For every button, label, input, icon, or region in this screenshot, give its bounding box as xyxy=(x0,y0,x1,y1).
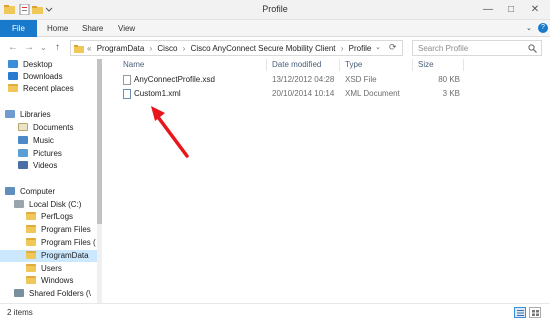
search-input[interactable]: Search Profile xyxy=(412,40,542,56)
sidebar-item-perflogs[interactable]: PerfLogs xyxy=(26,211,73,223)
sidebar-item-windows[interactable]: Windows xyxy=(26,275,73,287)
file-date: 20/10/2014 10:14 xyxy=(272,89,335,98)
breadcrumb-anyconnect[interactable]: Cisco AnyConnect Secure Mobility Client xyxy=(191,44,336,53)
column-divider[interactable] xyxy=(463,59,464,71)
tab-view[interactable]: View xyxy=(118,20,135,37)
sidebar-item-local-disk[interactable]: Local Disk (C:) xyxy=(14,199,81,211)
column-header-name[interactable]: Name xyxy=(123,59,144,71)
navigation-pane: Desktop Downloads Recent places Librarie… xyxy=(0,59,102,303)
breadcrumb-overflow-icon[interactable]: « xyxy=(87,44,91,53)
item-count: 2 items xyxy=(7,308,33,317)
refresh-button[interactable]: ⟳ xyxy=(389,42,397,53)
breadcrumb-separator-icon[interactable]: › xyxy=(150,44,153,53)
videos-icon xyxy=(18,161,28,169)
column-divider[interactable] xyxy=(339,59,340,71)
breadcrumb-programdata[interactable]: ProgramData xyxy=(97,44,145,53)
folder-icon xyxy=(26,251,36,259)
minimize-button[interactable]: — xyxy=(478,2,498,17)
network-icon xyxy=(14,289,24,297)
sidebar-item-program-files[interactable]: Program Files xyxy=(26,224,91,236)
breadcrumb-profile[interactable]: Profile xyxy=(349,44,372,53)
breadcrumb-cisco[interactable]: Cisco xyxy=(157,44,177,53)
recent-places-icon xyxy=(8,84,18,92)
forward-button[interactable]: → xyxy=(24,42,34,54)
computer-icon xyxy=(5,187,15,195)
details-view-icon xyxy=(517,310,524,316)
help-button[interactable]: ? xyxy=(538,23,548,33)
search-placeholder: Search Profile xyxy=(418,44,469,53)
column-divider[interactable] xyxy=(266,59,267,71)
scrollbar-thumb[interactable] xyxy=(97,59,102,224)
column-header-type[interactable]: Type xyxy=(345,59,362,71)
red-arrow-annotation xyxy=(151,106,189,158)
column-header-size[interactable]: Size xyxy=(418,59,434,71)
xml-file-icon xyxy=(123,89,131,99)
disk-icon xyxy=(14,200,24,208)
ribbon-tabs: File Home Share View ⌄ ? xyxy=(0,20,550,37)
folder-icon xyxy=(26,212,36,220)
sidebar-item-programdata[interactable]: ProgramData xyxy=(0,250,97,262)
documents-icon xyxy=(18,123,28,131)
search-icon xyxy=(528,44,537,53)
libraries-icon xyxy=(5,110,15,118)
navigation-scrollbar[interactable] xyxy=(97,59,102,303)
folder-icon xyxy=(74,45,84,53)
back-button[interactable]: ← xyxy=(8,42,18,54)
sidebar-item-desktop[interactable]: Desktop xyxy=(8,59,52,71)
breadcrumb: « ProgramData › Cisco › Cisco AnyConnect… xyxy=(87,44,374,53)
sidebar-item-shared-folders[interactable]: Shared Folders (\ xyxy=(14,288,91,300)
sidebar-item-libraries[interactable]: Libraries xyxy=(5,109,51,121)
column-divider[interactable] xyxy=(412,59,413,71)
downloads-icon xyxy=(8,72,18,80)
sidebar-item-program-files-x86[interactable]: Program Files ( xyxy=(26,237,96,249)
breadcrumb-separator-icon[interactable]: › xyxy=(341,44,344,53)
pictures-icon xyxy=(18,149,28,157)
xsd-file-icon xyxy=(123,75,131,85)
file-name: AnyConnectProfile.xsd xyxy=(134,75,215,84)
sidebar-item-documents[interactable]: Documents xyxy=(18,122,73,134)
tab-file[interactable]: File xyxy=(0,20,37,37)
file-size: 80 KB xyxy=(438,75,460,84)
details-view-button[interactable] xyxy=(514,307,526,318)
folder-icon xyxy=(26,264,36,272)
up-button[interactable]: ↑ xyxy=(55,42,60,54)
expand-ribbon-icon[interactable]: ⌄ xyxy=(526,20,532,37)
sidebar-item-computer[interactable]: Computer xyxy=(5,186,55,198)
table-row[interactable]: AnyConnectProfile.xsd 13/12/2012 04:28 X… xyxy=(103,74,483,86)
desktop-icon xyxy=(8,60,18,68)
sidebar-item-pictures[interactable]: Pictures xyxy=(18,148,62,160)
recent-locations-button[interactable]: ⌄ xyxy=(40,42,47,54)
folder-icon xyxy=(26,276,36,284)
folder-icon xyxy=(26,225,36,233)
file-date: 13/12/2012 04:28 xyxy=(272,75,335,84)
sidebar-item-videos[interactable]: Videos xyxy=(18,160,57,172)
folder-icon xyxy=(26,238,36,246)
sidebar-item-downloads[interactable]: Downloads xyxy=(8,71,63,83)
status-bar: 2 items xyxy=(0,303,550,321)
sidebar-item-users[interactable]: Users xyxy=(26,263,62,275)
file-type: XML Document xyxy=(345,89,400,98)
large-icons-view-icon xyxy=(532,310,539,316)
file-size: 3 KB xyxy=(442,89,460,98)
file-list: Name Date modified Type Size AnyConnectP… xyxy=(103,59,550,303)
maximize-button[interactable]: □ xyxy=(501,2,521,17)
sidebar-item-music[interactable]: Music xyxy=(18,135,54,147)
music-icon xyxy=(18,136,28,144)
file-type: XSD File xyxy=(345,75,377,84)
address-bar[interactable]: « ProgramData › Cisco › Cisco AnyConnect… xyxy=(70,40,403,56)
address-dropdown-icon[interactable]: ⌄ xyxy=(375,43,381,51)
sidebar-item-recent-places[interactable]: Recent places xyxy=(8,83,74,95)
navigation-bar: ← → ⌄ ↑ « ProgramData › Cisco › Cisco An… xyxy=(0,37,550,59)
column-header-date[interactable]: Date modified xyxy=(272,59,321,71)
title-bar: Profile — □ ✕ xyxy=(0,0,550,20)
large-icons-view-button[interactable] xyxy=(529,307,541,318)
tab-share[interactable]: Share xyxy=(82,20,103,37)
breadcrumb-separator-icon[interactable]: › xyxy=(183,44,186,53)
close-button[interactable]: ✕ xyxy=(524,2,546,17)
tab-home[interactable]: Home xyxy=(47,20,68,37)
window-title: Profile xyxy=(262,4,288,14)
